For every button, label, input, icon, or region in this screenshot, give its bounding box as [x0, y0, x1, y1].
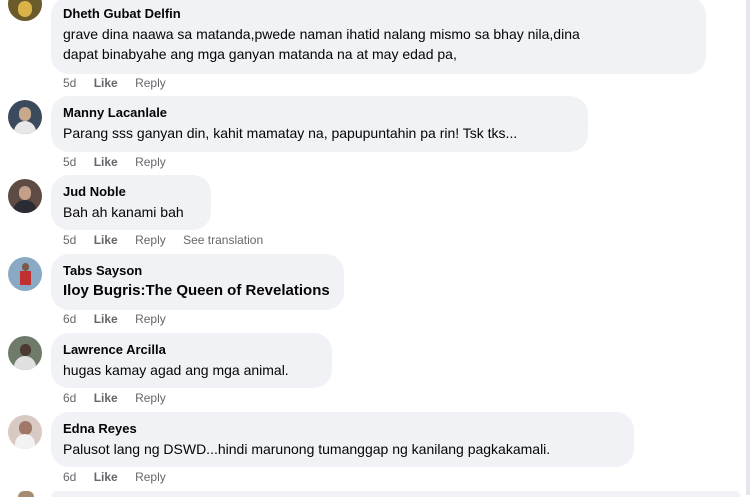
comment-actions: 5d Like Reply: [63, 76, 180, 90]
reply-button[interactable]: Reply: [135, 470, 166, 484]
reply-button[interactable]: Reply: [135, 312, 166, 326]
like-button[interactable]: Like: [94, 391, 118, 405]
avatar: [18, 491, 34, 497]
comment-bubble: Tabs Sayson Iloу Bugris:The Queen of Rev…: [51, 254, 344, 310]
like-button[interactable]: Like: [94, 155, 118, 169]
comment-author[interactable]: Edna Reyes: [63, 420, 622, 437]
comment-actions: 6d Like Reply: [63, 312, 180, 326]
like-button[interactable]: Like: [94, 76, 118, 90]
comment-text: Bah ah kanami bah: [63, 204, 184, 220]
comment-timestamp[interactable]: 5d: [63, 76, 76, 90]
reply-button[interactable]: Reply: [135, 391, 166, 405]
comment-text: grave dina naawa sa matanda,pwede naman …: [63, 26, 580, 42]
comment-actions: 5d Like Reply See translation: [63, 233, 277, 247]
like-button[interactable]: Like: [94, 233, 118, 247]
comment-bubble: Lawrence Arcilla hugas kamay agad ang mg…: [51, 333, 332, 388]
comment-text: Iloу Bugris:The Queen of Revelations: [63, 282, 330, 299]
reply-button[interactable]: Reply: [135, 155, 166, 169]
comment-author[interactable]: Lawrence Arcilla: [63, 341, 320, 358]
comment-text: Palusot lang ng DSWD...hindi marunong tu…: [63, 441, 551, 457]
reply-button[interactable]: Reply: [135, 233, 166, 247]
avatar[interactable]: [8, 257, 42, 291]
comment-actions: 6d Like Reply: [63, 470, 180, 484]
comment-timestamp[interactable]: 5d: [63, 233, 76, 247]
comment-text: dapat binabyahe ang mga ganyan matanda n…: [63, 46, 457, 62]
comment-text: hugas kamay agad ang mga animal.: [63, 362, 289, 378]
comment-text: Parang sss ganyan din, kahit mamatay na,…: [63, 125, 518, 141]
comment-author[interactable]: Manny Lacanlale: [63, 104, 576, 121]
like-button[interactable]: Like: [94, 312, 118, 326]
like-button[interactable]: Like: [94, 470, 118, 484]
next-comment-peek: [0, 489, 750, 497]
comment-timestamp[interactable]: 6d: [63, 470, 76, 484]
scrollbar[interactable]: [746, 0, 750, 495]
comment-bubble: Edna Reyes Palusot lang ng DSWD...hindi …: [51, 412, 634, 467]
avatar[interactable]: [8, 336, 42, 370]
comment-timestamp[interactable]: 5d: [63, 155, 76, 169]
comment-timestamp[interactable]: 6d: [63, 312, 76, 326]
avatar[interactable]: [8, 415, 42, 449]
comment-bubble: Dheth Gubat Delfin grave dina naawa sa m…: [51, 0, 706, 74]
reply-button[interactable]: Reply: [135, 76, 166, 90]
comment-bubble: [51, 491, 741, 497]
comment-author[interactable]: Tabs Sayson: [63, 262, 332, 279]
avatar[interactable]: [8, 179, 42, 213]
comment-thread: Dheth Gubat Delfin grave dina naawa sa m…: [0, 0, 750, 497]
comment-author[interactable]: Dheth Gubat Delfin: [63, 5, 694, 22]
comment-actions: 5d Like Reply: [63, 155, 180, 169]
comment-actions: 6d Like Reply: [63, 391, 180, 405]
see-translation-link[interactable]: See translation: [183, 233, 263, 247]
avatar[interactable]: [8, 0, 42, 21]
comment-bubble: Jud Noble Bah ah kanami bah: [51, 175, 211, 230]
avatar[interactable]: [8, 100, 42, 134]
comment-bubble: Manny Lacanlale Parang sss ganyan din, k…: [51, 96, 588, 152]
comment-author[interactable]: Jud Noble: [63, 183, 199, 200]
comment-timestamp[interactable]: 6d: [63, 391, 76, 405]
